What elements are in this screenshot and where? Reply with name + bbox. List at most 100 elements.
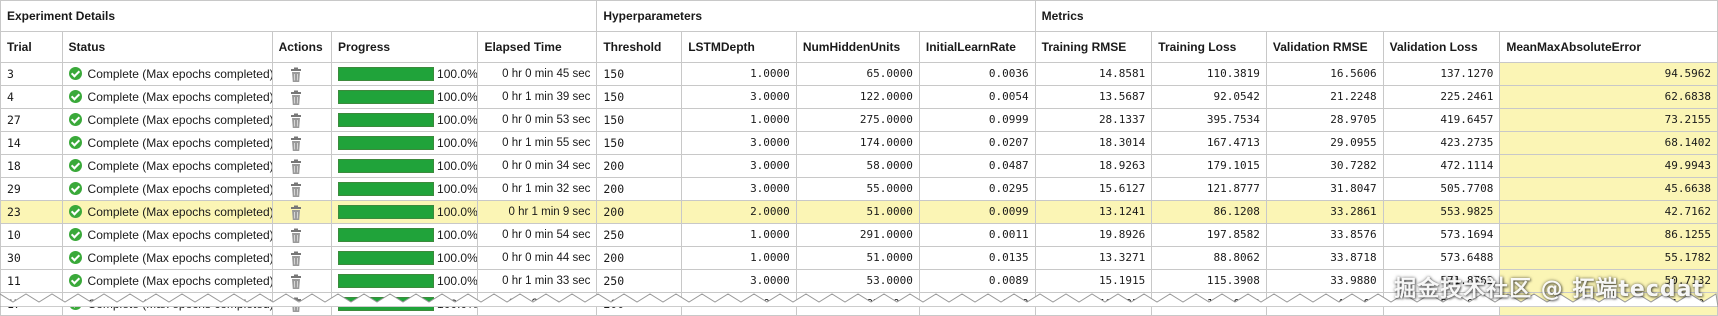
check-circle-icon (69, 113, 82, 126)
table-row[interactable]: 23Complete (Max epochs completed)100.0%0… (1, 201, 1718, 224)
progress-cell: 100.0% (332, 132, 478, 155)
table-row[interactable]: 30Complete (Max epochs completed)100.0%0… (1, 247, 1718, 270)
column-header-training-rmse[interactable]: Training RMSE (1035, 32, 1152, 63)
mean-max-absolute-error-cell: 94.5962 (1500, 63, 1718, 86)
trash-icon[interactable] (289, 228, 303, 244)
lstm-depth-cell: 3.0000 (682, 178, 797, 201)
validation-loss-cell: 553.9825 (1383, 201, 1500, 224)
mean-max-absolute-error-cell: 68.1402 (1500, 132, 1718, 155)
elapsed-time-cell: 0 hr 0 min 34 sec (478, 155, 597, 178)
progress-bar-fill (339, 252, 433, 264)
lstm-depth-cell: 1.0000 (682, 109, 797, 132)
actions-cell (272, 155, 331, 178)
column-header-progress[interactable]: Progress (332, 32, 478, 63)
threshold-cell: 150 (597, 86, 682, 109)
table-row[interactable]: 3Complete (Max epochs completed)100.0%0 … (1, 63, 1718, 86)
training-rmse-cell: 14.8581 (1035, 63, 1152, 86)
validation-loss-cell: 419.6457 (1383, 109, 1500, 132)
column-header-threshold[interactable]: Threshold (597, 32, 682, 63)
trash-icon[interactable] (289, 113, 303, 129)
validation-loss-cell: 573.1694 (1383, 224, 1500, 247)
table-row[interactable]: 29Complete (Max epochs completed)100.0%0… (1, 178, 1718, 201)
column-header-initial-learn-rate[interactable]: InitialLearnRate (919, 32, 1035, 63)
training-loss-cell: 121.8777 (1152, 178, 1267, 201)
column-header-status[interactable]: Status (62, 32, 272, 63)
column-header-elapsed-time[interactable]: Elapsed Time (478, 32, 597, 63)
actions-cell (272, 178, 331, 201)
experiment-results-table: Experiment Details Hyperparameters Metri… (0, 0, 1718, 316)
training-loss-cell: 92.0542 (1152, 86, 1267, 109)
table-row[interactable]: 27Complete (Max epochs completed)100.0%0… (1, 109, 1718, 132)
training-loss-cell: 197.8582 (1152, 224, 1267, 247)
elapsed-time-cell: 0 hr 0 min 53 sec (478, 109, 597, 132)
column-header-training-loss[interactable]: Training Loss (1152, 32, 1267, 63)
mean-max-absolute-error-cell: 86.1255 (1500, 224, 1718, 247)
validation-rmse-cell: 30.7282 (1266, 155, 1383, 178)
check-circle-icon (69, 136, 82, 149)
validation-rmse-cell: 31.8047 (1266, 178, 1383, 201)
column-header-validation-rmse[interactable]: Validation RMSE (1266, 32, 1383, 63)
status-text: Complete (Max epochs completed) (88, 251, 273, 265)
column-header-validation-loss[interactable]: Validation Loss (1383, 32, 1500, 63)
num-hidden-units-cell: 275.0000 (796, 109, 919, 132)
lstm-depth-cell: 1.0000 (682, 224, 797, 247)
progress-bar-fill (339, 206, 433, 218)
progress-cell: 100.0% (332, 155, 478, 178)
trash-icon[interactable] (289, 251, 303, 267)
progress-bar-fill (339, 229, 433, 241)
status-cell: Complete (Max epochs completed) (62, 178, 272, 201)
table-row[interactable]: 10Complete (Max epochs completed)100.0%0… (1, 224, 1718, 247)
status-cell: Complete (Max epochs completed) (62, 247, 272, 270)
column-header-trial[interactable]: Trial (1, 32, 63, 63)
elapsed-time-cell: 0 hr 1 min 32 sec (478, 178, 597, 201)
group-header-experiment-details: Experiment Details (1, 1, 597, 32)
initial-learn-rate-cell: 0.0207 (919, 132, 1035, 155)
status-cell: Complete (Max epochs completed) (62, 201, 272, 224)
column-header-lstm-depth[interactable]: LSTMDepth (682, 32, 797, 63)
training-loss-cell: 88.8062 (1152, 247, 1267, 270)
progress-cell: 100.0% (332, 63, 478, 86)
training-rmse-cell: 15.6127 (1035, 178, 1152, 201)
initial-learn-rate-cell: 0.0036 (919, 63, 1035, 86)
validation-loss-cell: 573.6488 (1383, 247, 1500, 270)
table-row[interactable]: 4Complete (Max epochs completed)100.0%0 … (1, 86, 1718, 109)
table-row[interactable]: 14Complete (Max epochs completed)100.0%0… (1, 132, 1718, 155)
training-loss-cell: 179.1015 (1152, 155, 1267, 178)
mean-max-absolute-error-cell: 55.1782 (1500, 247, 1718, 270)
trash-icon[interactable] (289, 67, 303, 83)
training-rmse-cell: 13.5687 (1035, 86, 1152, 109)
trial-cell: 4 (1, 86, 63, 109)
trash-icon[interactable] (289, 90, 303, 106)
mean-max-absolute-error-cell: 42.7162 (1500, 201, 1718, 224)
trial-cell: 23 (1, 201, 63, 224)
threshold-cell: 200 (597, 247, 682, 270)
progress-bar-fill (339, 114, 433, 126)
trash-icon[interactable] (289, 136, 303, 152)
validation-rmse-cell: 33.8718 (1266, 247, 1383, 270)
initial-learn-rate-cell: 0.0011 (919, 224, 1035, 247)
trash-icon[interactable] (289, 182, 303, 198)
num-hidden-units-cell: 55.0000 (796, 178, 919, 201)
trial-cell: 29 (1, 178, 63, 201)
table-row[interactable]: 18Complete (Max epochs completed)100.0%0… (1, 155, 1718, 178)
column-header-mean-max-absolute-error[interactable]: MeanMaxAbsoluteError (1500, 32, 1718, 63)
column-header-num-hidden-units[interactable]: NumHiddenUnits (796, 32, 919, 63)
elapsed-time-cell: 0 hr 0 min 44 sec (478, 247, 597, 270)
trash-icon[interactable] (289, 205, 303, 221)
column-header-actions[interactable]: Actions (272, 32, 331, 63)
mean-max-absolute-error-cell: 62.6838 (1500, 86, 1718, 109)
num-hidden-units-cell: 291.0000 (796, 224, 919, 247)
actions-cell (272, 247, 331, 270)
training-loss-cell: 395.7534 (1152, 109, 1267, 132)
check-circle-icon (69, 228, 82, 241)
actions-cell (272, 109, 331, 132)
threshold-cell: 150 (597, 132, 682, 155)
status-cell: Complete (Max epochs completed) (62, 224, 272, 247)
progress-cell: 100.0% (332, 224, 478, 247)
progress-text: 100.0% (437, 247, 478, 269)
threshold-cell: 250 (597, 224, 682, 247)
trash-icon[interactable] (289, 159, 303, 175)
elapsed-time-cell: 0 hr 1 min 55 sec (478, 132, 597, 155)
elapsed-time-cell: 0 hr 0 min 45 sec (478, 63, 597, 86)
status-cell: Complete (Max epochs completed) (62, 109, 272, 132)
